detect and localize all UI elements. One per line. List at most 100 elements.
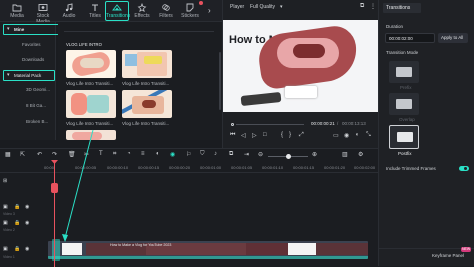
play-icon[interactable]: ▷ <box>252 132 257 139</box>
chevron-down-icon[interactable]: ▾ <box>280 4 283 10</box>
mode-prefix[interactable] <box>389 61 419 83</box>
transitions-browser: VLOG LIFE INTRO Vlog Life Intro Transiti… <box>58 22 222 140</box>
grid-icon[interactable]: ▦ <box>5 151 12 158</box>
settings-icon[interactable]: ⚙ <box>358 151 365 158</box>
transitions-tab[interactable]: Transitions <box>105 1 130 21</box>
clip-frame <box>288 243 316 255</box>
nav-item-8-bit[interactable]: 8 Bit Ga... <box>0 100 56 111</box>
keyframe-panel-button[interactable]: Keyframe Panel <box>432 253 464 258</box>
audio-tab[interactable]: Audio <box>58 2 80 21</box>
cursor-icon[interactable]: ⇱ <box>20 151 27 158</box>
cut-icon[interactable]: ✂ <box>84 151 91 158</box>
add-track-icon[interactable]: ⊞ <box>3 178 7 184</box>
active-tab-outline <box>105 1 129 21</box>
nav-item-3d-geomi[interactable]: 3D Geomi... <box>0 84 56 95</box>
step-back-icon[interactable]: ◁ <box>241 132 246 139</box>
render-icon[interactable]: ◉ <box>170 151 177 158</box>
zoom-slider-handle[interactable] <box>286 154 291 159</box>
marker-icon[interactable]: ⚐ <box>186 151 193 158</box>
snapshot-icon[interactable]: ⧉ <box>360 3 364 10</box>
transition-card-4[interactable] <box>122 90 172 118</box>
crop-icon[interactable]: ⌗ <box>113 151 120 158</box>
text-icon <box>92 4 98 11</box>
eye-icon[interactable]: ◉ <box>25 246 29 252</box>
nav-item-downloads[interactable]: Downloads <box>0 54 56 65</box>
color-icon[interactable]: ◐ <box>156 151 163 158</box>
nav-item-favorites[interactable]: Favorites <box>0 39 56 50</box>
mic-icon[interactable]: ♪ <box>214 151 221 158</box>
video-shape <box>240 91 282 107</box>
redo-icon[interactable]: ↷ <box>52 151 59 158</box>
mode-postfix[interactable] <box>389 125 419 149</box>
media-toolbar: Media Stock Media Audio Titles Transitio… <box>0 0 222 25</box>
tick-label: 00:00:01:10 <box>262 165 284 170</box>
mode-prefix-label: Prefix <box>400 85 412 90</box>
layers-icon[interactable]: ⧉ <box>229 151 236 158</box>
lock-icon[interactable]: 🔒 <box>14 220 20 226</box>
track-name: Video 1 <box>3 255 15 259</box>
effects-tab[interactable]: Effects <box>131 2 153 21</box>
eye-icon[interactable]: ◉ <box>25 204 29 210</box>
include-trimmed-toggle[interactable] <box>459 166 469 171</box>
volume-icon[interactable]: ◖ <box>355 132 359 138</box>
fit-icon[interactable]: ▥ <box>342 151 349 158</box>
transition-card-5[interactable] <box>66 130 116 140</box>
player-tab[interactable]: Player <box>230 4 244 10</box>
transition-card-2[interactable] <box>122 50 172 78</box>
more-icon[interactable]: ⋮ <box>370 3 376 10</box>
nav-item-material-pack[interactable]: ▾ Material Pack <box>0 70 56 81</box>
mark-in-icon[interactable]: { <box>281 132 283 138</box>
video-clip[interactable]: How to Make a Vlog for YouTube 2023 <box>48 241 368 259</box>
quality-select[interactable]: Full Quality <box>250 4 275 10</box>
timeline-panel: ▦ ⇱ ↶ ↷ 🗑 ✂ T ⌗ ◔ ≡ ◐ ◉ ⚐ ⛉ ♪ ⧉ ⇥ ⊖ ⊕ ▥ … <box>0 148 378 267</box>
scrubber-start[interactable] <box>231 123 234 126</box>
props-tab[interactable]: Transitions <box>386 5 410 11</box>
video-preview[interactable]: How to M <box>223 20 379 112</box>
folder-icon <box>12 4 22 12</box>
shield-icon[interactable]: ⛉ <box>200 151 207 158</box>
mark-out-icon[interactable]: } <box>289 132 291 138</box>
zoom-in-icon[interactable]: ⊕ <box>312 151 319 158</box>
expand-icon[interactable]: ⤡ <box>366 132 371 139</box>
stop-icon[interactable]: □ <box>263 132 267 138</box>
filters-tab[interactable]: Filters <box>155 2 177 21</box>
new-badge: NEW <box>461 247 471 252</box>
browser-scrollbar[interactable] <box>219 52 221 110</box>
nav-item-mine[interactable]: ▾ Mine <box>0 24 56 35</box>
playhead-handle[interactable] <box>51 183 58 193</box>
lock-icon[interactable]: 🔒 <box>14 246 20 252</box>
media-tab[interactable]: Media <box>6 2 28 21</box>
chevron-right-icon[interactable]: › <box>208 6 211 15</box>
timeline-ruler[interactable]: 00:00 00:00:00:05 00:00:00:10 00:00:00:1… <box>0 163 378 173</box>
thumbnail-shape <box>80 58 104 68</box>
duration-input[interactable]: 00:00:02:00 <box>385 33 435 43</box>
stickers-tab[interactable]: Stickers <box>179 2 201 21</box>
split-icon[interactable]: ⇥ <box>244 151 251 158</box>
stock-media-tab[interactable]: Stock Media <box>32 2 54 25</box>
track-type-icon: ▣ <box>3 246 8 252</box>
display-icon[interactable]: ▭ <box>333 132 339 139</box>
zoom-out-icon[interactable]: ⊖ <box>258 151 265 158</box>
tick-label: 00:00:00:15 <box>138 165 160 170</box>
scrubber-track[interactable] <box>236 124 304 125</box>
undo-icon[interactable]: ↶ <box>37 151 44 158</box>
camera-icon[interactable]: ◉ <box>344 132 349 139</box>
mode-overlap[interactable] <box>389 93 419 115</box>
thumbnail-shape <box>125 54 137 66</box>
delete-icon[interactable]: 🗑 <box>68 151 76 158</box>
eye-icon[interactable]: ◉ <box>25 220 29 226</box>
apply-all-button[interactable]: Apply to All <box>438 33 468 43</box>
clip-title: How to Make a Vlog for YouTube 2023 <box>110 243 172 247</box>
skip-back-icon[interactable]: ⏮ <box>230 132 235 139</box>
transition-card-1[interactable] <box>66 50 116 78</box>
text-tool-icon[interactable]: T <box>99 151 106 158</box>
transition-card-3[interactable] <box>66 90 116 118</box>
fullscreen-icon[interactable]: ⤢ <box>299 132 304 139</box>
adjust-icon[interactable]: ≡ <box>141 151 148 158</box>
nav-item-broken[interactable]: Broken B... <box>0 116 56 127</box>
titles-tab[interactable]: Titles <box>84 2 106 21</box>
toggle-knob <box>464 167 467 170</box>
lock-icon[interactable]: 🔒 <box>14 204 20 210</box>
music-icon <box>65 3 73 12</box>
speed-icon[interactable]: ◔ <box>127 151 134 158</box>
